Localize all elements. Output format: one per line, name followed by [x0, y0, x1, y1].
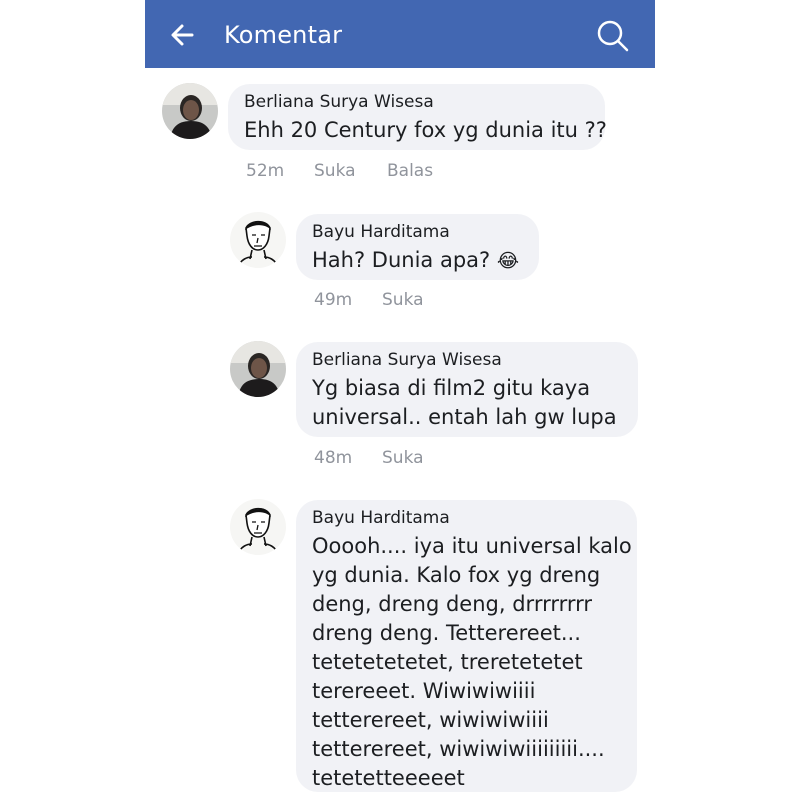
comment-author[interactable]: Berliana Surya Wisesa: [312, 350, 502, 370]
comment-time: 48m: [314, 448, 353, 468]
like-link[interactable]: Suka: [382, 290, 424, 310]
comment-text: Yg biasa di film2 gitu kaya universal.. …: [312, 374, 617, 432]
comment-text: Hah? Dunia apa? 😂: [312, 246, 519, 276]
user-photo-icon: [230, 341, 286, 397]
comment-text-line: tetetetetetet, treretetetet: [312, 650, 583, 674]
comment-text-line: Hah? Dunia apa?: [312, 248, 491, 272]
avatar[interactable]: [230, 499, 286, 555]
comment-text: Ooooh.... iya itu universal kalo yg duni…: [312, 532, 632, 793]
top-app-bar: Komentar: [145, 0, 655, 68]
screenshot-canvas: Komentar Berliana Surya Wisesa Ehh 20 Ce…: [0, 0, 800, 800]
avatar[interactable]: [230, 341, 286, 397]
user-photo-icon: [162, 83, 218, 139]
comment-text-line: universal.. entah lah gw lupa: [312, 405, 617, 429]
reply-link[interactable]: Balas: [387, 161, 433, 181]
comment-time: 52m: [246, 161, 285, 181]
back-button[interactable]: [167, 20, 197, 50]
sketch-portrait-icon: [230, 499, 286, 555]
comment-author[interactable]: Bayu Harditama: [312, 508, 450, 528]
comment-text-line: dreng deng. Tetterereet...: [312, 621, 581, 645]
comment-bubble[interactable]: Berliana Surya Wisesa Yg biasa di film2 …: [296, 342, 638, 437]
search-icon: [597, 20, 629, 52]
comment-text-line: tetterereet, wiwiwiwiiiiiiiii....: [312, 737, 605, 761]
tears-of-joy-emoji-icon: 😂: [496, 250, 520, 272]
like-link[interactable]: Suka: [382, 448, 424, 468]
search-button[interactable]: [593, 16, 633, 56]
comment-text-line: yg dunia. Kalo fox yg dreng: [312, 563, 601, 587]
avatar[interactable]: [230, 212, 286, 268]
comment-bubble[interactable]: Berliana Surya Wisesa Ehh 20 Century fox…: [228, 84, 607, 150]
like-link[interactable]: Suka: [314, 161, 356, 181]
sketch-portrait-icon: [230, 212, 286, 268]
comment-bubble[interactable]: Bayu Harditama Ooooh.... iya itu univers…: [296, 500, 637, 792]
comment-text-line: Yg biasa di film2 gitu kaya: [312, 376, 591, 400]
comment-text-line: Ooooh.... iya itu universal kalo: [312, 534, 632, 558]
comment-text-line: terereeet. Wiwiwiwiiii: [312, 679, 536, 703]
arrow-left-icon: [171, 24, 194, 46]
comment-text-line: tetetetteeeeet: [312, 766, 465, 790]
comment-time: 49m: [314, 290, 353, 310]
comment-author[interactable]: Berliana Surya Wisesa: [244, 92, 434, 112]
comment-bubble[interactable]: Bayu Harditama Hah? Dunia apa? 😂: [296, 214, 539, 280]
comment-text-line: Ehh 20 Century fox yg dunia itu ??: [244, 118, 607, 142]
avatar[interactable]: [162, 83, 218, 139]
comment-text-line: deng, dreng deng, drrrrrrrr: [312, 592, 593, 616]
comment-author[interactable]: Bayu Harditama: [312, 222, 450, 242]
page-title: Komentar: [224, 21, 343, 49]
comment-text-line: tetterereet, wiwiwiwiiii: [312, 708, 549, 732]
comment-text: Ehh 20 Century fox yg dunia itu ??: [244, 116, 607, 145]
phone-screen: Komentar Berliana Surya Wisesa Ehh 20 Ce…: [145, 0, 655, 800]
